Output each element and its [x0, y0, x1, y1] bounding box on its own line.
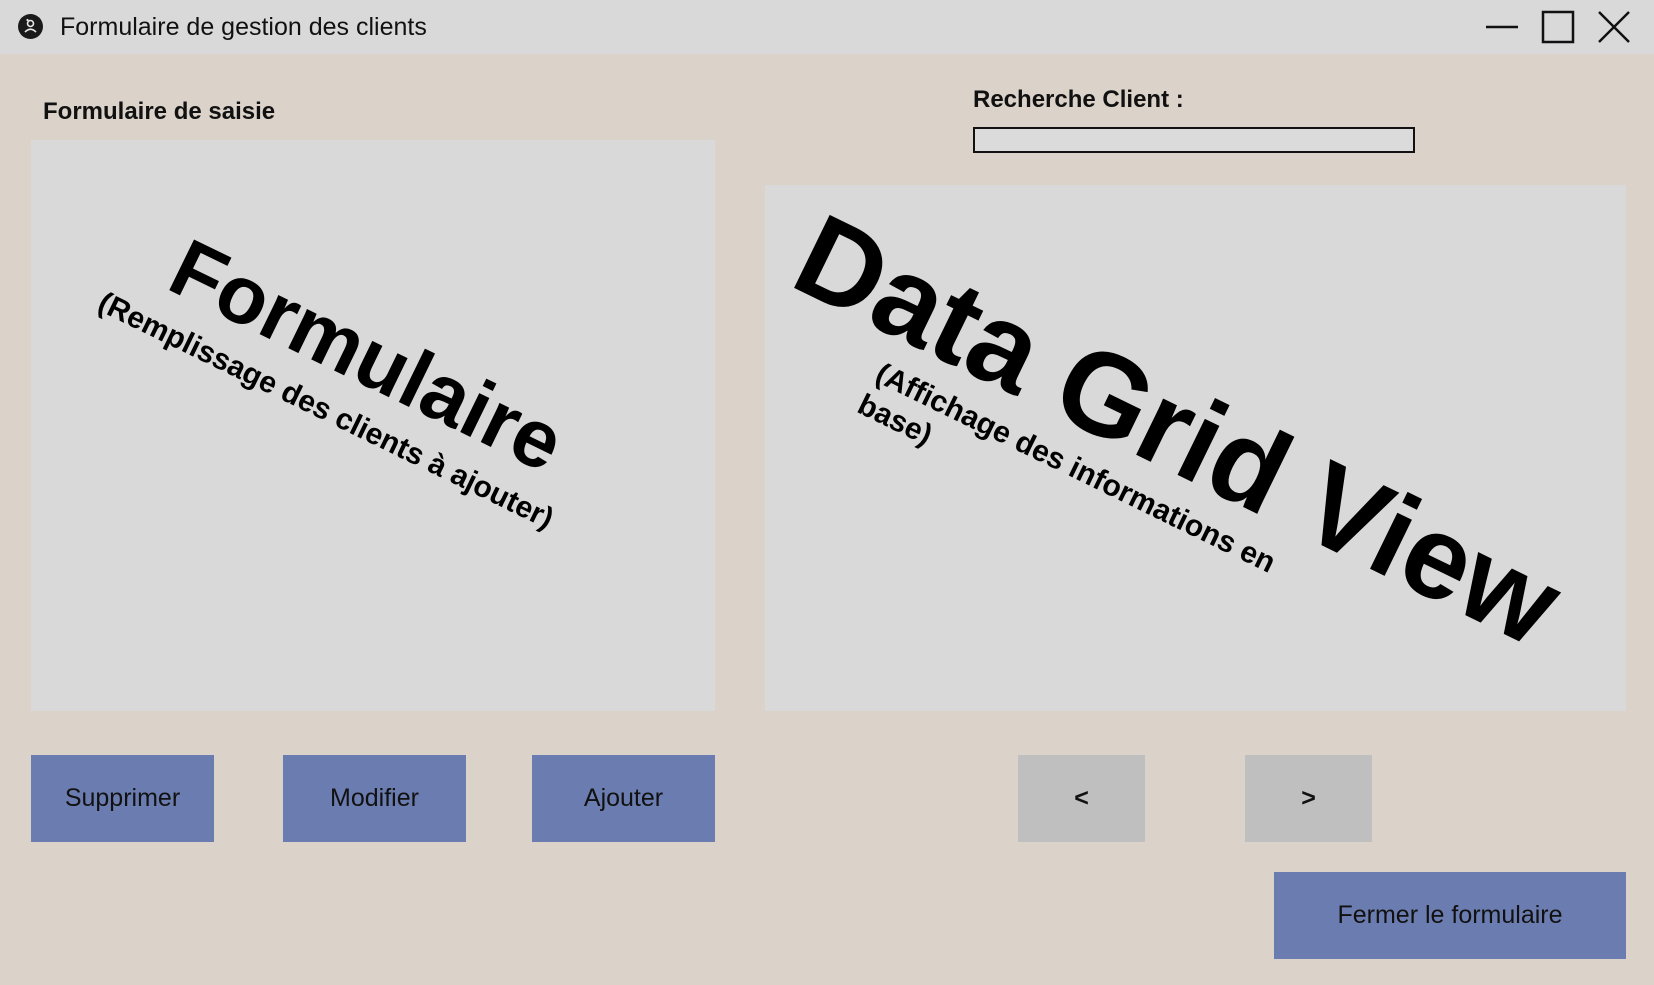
- maximize-icon: [1541, 10, 1575, 44]
- previous-page-button[interactable]: <: [1018, 755, 1145, 842]
- close-form-button[interactable]: Fermer le formulaire: [1274, 872, 1626, 959]
- form-panel[interactable]: Formulaire (Remplissage des clients à aj…: [31, 140, 715, 711]
- delete-button[interactable]: Supprimer: [31, 755, 214, 842]
- maximize-button[interactable]: [1539, 8, 1577, 46]
- form-section-title: Formulaire de saisie: [43, 98, 276, 125]
- edit-button[interactable]: Modifier: [283, 755, 466, 842]
- title-bar: Formulaire de gestion des clients: [0, 0, 1654, 54]
- next-page-button[interactable]: >: [1245, 755, 1372, 842]
- minimize-icon: [1486, 25, 1518, 29]
- search-input[interactable]: [973, 127, 1415, 153]
- window-title: Formulaire de gestion des clients: [60, 13, 427, 41]
- minimize-button[interactable]: [1483, 8, 1521, 46]
- close-icon: [1598, 11, 1630, 43]
- data-grid-panel[interactable]: Data Grid View (Affichage des informatio…: [765, 185, 1626, 711]
- app-icon: [18, 14, 43, 39]
- close-window-button[interactable]: [1595, 8, 1633, 46]
- add-button[interactable]: Ajouter: [532, 755, 715, 842]
- search-label: Recherche Client :: [973, 86, 1184, 113]
